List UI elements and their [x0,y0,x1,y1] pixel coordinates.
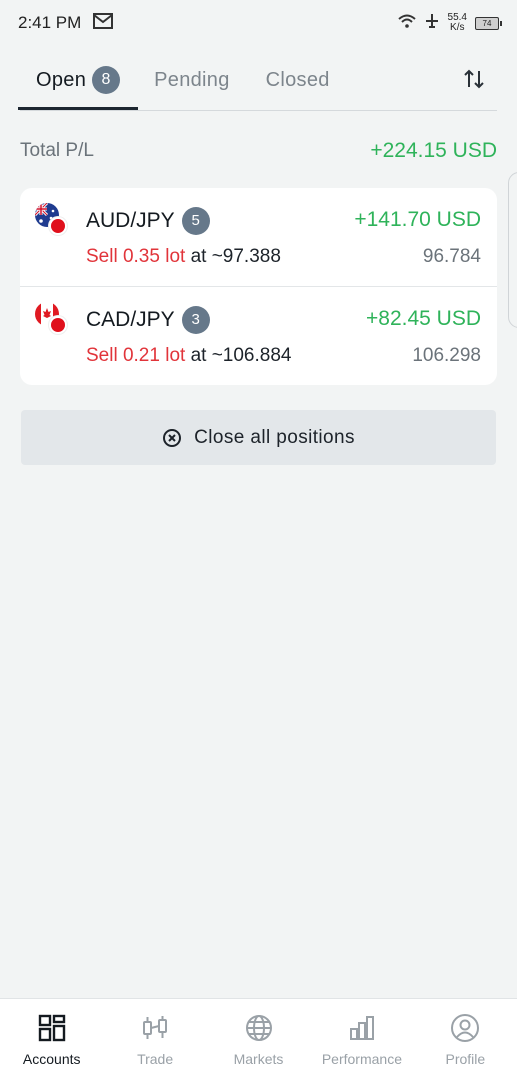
open-price: at ~106.884 [190,345,292,366]
total-pl-label: Total P/L [20,140,94,161]
trade-details: Sell 0.21 lot at ~106.884 [86,345,291,367]
trade-icon [143,1016,168,1039]
pair-symbol: CAD/JPY [86,308,175,331]
cad-jpy-flags [35,302,69,336]
wifi-icon [397,13,416,33]
nav-markets[interactable]: Markets [207,999,310,1081]
net-speed-unit: K/s [450,22,465,33]
net-speed: 55.4 K/s [448,13,467,33]
pair-symbol: AUD/JPY [86,209,175,232]
sort-button[interactable] [461,66,487,92]
nav-profile-label: Profile [445,1051,486,1067]
current-price: 96.784 [422,246,481,267]
close-all-label: Close all positions [194,426,355,448]
japan-flag-icon [49,217,67,235]
aud-jpy-flags [35,203,69,237]
current-price: 106.298 [412,345,481,366]
position-row-cad-jpy[interactable]: CAD/JPY 3 +82.45 USD Sell 0.21 lot at ~1… [20,287,497,385]
bottom-nav: Accounts Trade Markets Performance Profi… [0,998,517,1081]
open-count-badge: 8 [92,66,121,94]
gmail-icon [93,12,114,34]
nav-trade[interactable]: Trade [103,999,206,1081]
sort-icon [464,69,484,89]
bar-chart-icon [349,1016,374,1040]
globe-icon [245,1015,272,1041]
nav-performance-label: Performance [321,1051,402,1067]
tab-closed[interactable]: Closed [266,51,330,109]
position-tabs: Open 8 Pending Closed [18,50,497,111]
open-price: at ~97.388 [190,246,281,267]
nav-trade-label: Trade [137,1051,174,1067]
pair-name: AUD/JPY 5 [86,207,210,235]
nav-performance[interactable]: Performance [310,999,413,1081]
nav-markets-label: Markets [233,1051,284,1067]
tab-closed-label: Closed [265,68,330,91]
profile-icon [451,1014,480,1042]
trade-details: Sell 0.35 lot at ~97.388 [86,246,281,268]
close-all-positions-button[interactable]: Close all positions [21,410,496,465]
positions-card: AUD/JPY 5 +141.70 USD Sell 0.35 lot at ~… [20,188,497,385]
tab-open[interactable]: Open 8 [18,51,139,110]
total-pl-row: Total P/L +224.15 USD [20,136,497,166]
status-left: 2:41 PM [18,12,114,34]
status-right: 55.4 K/s 74 [397,13,502,34]
side-panel-edge[interactable] [508,172,517,328]
airplane-icon [424,13,440,34]
position-row-aud-jpy[interactable]: AUD/JPY 5 +141.70 USD Sell 0.35 lot at ~… [20,188,497,287]
tab-open-label: Open [36,68,87,91]
status-time: 2:41 PM [18,13,82,32]
nav-profile[interactable]: Profile [414,999,517,1081]
side-lot: Sell 0.35 lot [86,246,186,267]
nav-accounts[interactable]: Accounts [0,999,103,1081]
total-pl-value: +224.15 USD [370,139,497,162]
position-pnl: +82.45 USD [366,307,481,330]
tab-pending-label: Pending [154,68,230,91]
side-lot: Sell 0.21 lot [86,345,186,366]
close-circle-icon [163,428,182,447]
japan-flag-icon [49,316,67,334]
pair-count-badge: 5 [181,207,210,235]
pair-name: CAD/JPY 3 [86,306,210,334]
battery-icon: 74 [475,16,502,30]
tab-pending[interactable]: Pending [154,51,230,109]
pair-count-badge: 3 [181,306,210,334]
accounts-icon [38,1014,65,1042]
position-pnl: +141.70 USD [354,208,481,231]
nav-accounts-label: Accounts [22,1051,81,1067]
status-bar: 2:41 PM 55.4 K/s 74 [0,0,517,46]
